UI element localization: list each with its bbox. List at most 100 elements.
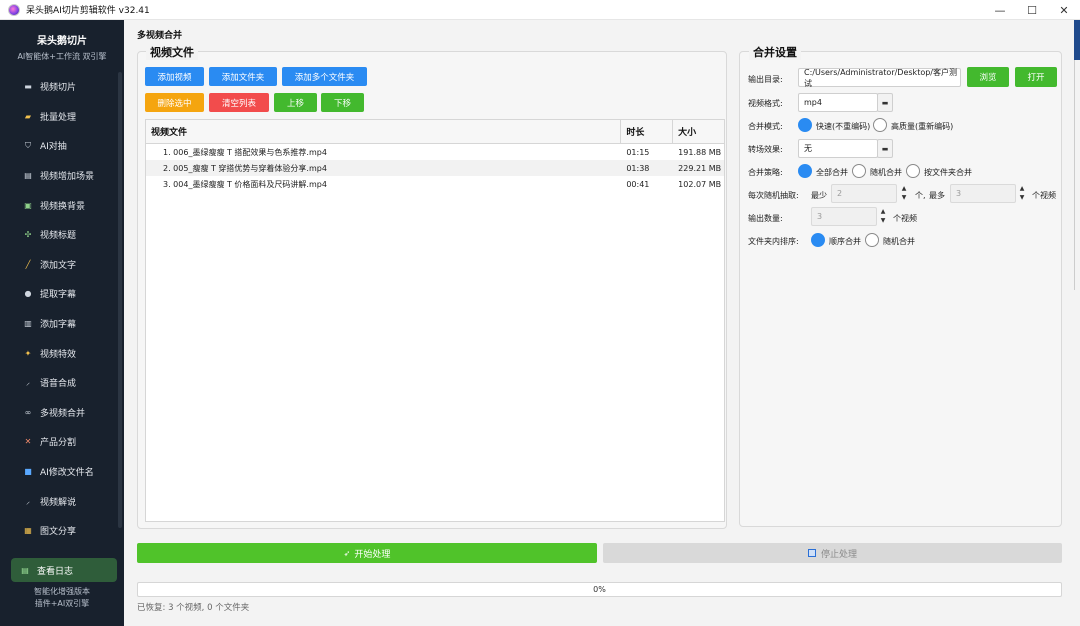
sidebar-item-commentary[interactable]: ⸝ 视频解说 — [0, 486, 118, 516]
file-name-cell: 2. 005_瘦瘦 T 穿搭优势与穿着体验分享.mp4 — [163, 163, 327, 173]
sidebar-item-effects[interactable]: ✦ 视频特效 — [0, 338, 118, 368]
speech-icon: ⸝ — [26, 496, 30, 506]
transition-select[interactable]: 无 — [798, 139, 878, 158]
clear-list-button[interactable]: 清空列表 — [209, 93, 269, 112]
size-cell: 102.07 MB — [678, 179, 722, 189]
video-format-select[interactable]: mp4 — [798, 93, 878, 112]
start-processing-label: 开始处理 — [354, 549, 391, 560]
sidebar-item-label: 视频增加场景 — [40, 172, 95, 183]
strategy-random-radio[interactable] — [852, 164, 866, 178]
add-folder-button[interactable]: 添加文件夹 — [209, 67, 277, 86]
table-row[interactable]: 1. 006_墨绿瘦瘦 T 搭配效果与色系推荐.mp4 01:15 191.88… — [146, 144, 724, 160]
close-button[interactable]: ✕ — [1048, 0, 1080, 20]
add-multiple-folders-button[interactable]: 添加多个文件夹 — [282, 67, 367, 86]
output-count-input[interactable]: 3 — [811, 207, 877, 226]
sidebar-item-rename[interactable]: ■ AI修改文件名 — [0, 457, 118, 487]
column-header-duration[interactable]: 时长 — [621, 120, 674, 143]
merge-mode-fast-radio[interactable] — [798, 118, 812, 132]
strategy-all-label: 全部合并 — [816, 168, 848, 177]
column-header-size[interactable]: 大小 — [673, 120, 724, 143]
background-window-line — [1074, 60, 1075, 290]
sidebar-item-add-scene[interactable]: ▤ 视频增加场景 — [0, 161, 118, 191]
min-unit-label: 个, — [915, 191, 926, 200]
duration-cell: 01:38 — [626, 163, 650, 173]
remove-selected-button[interactable]: 删除选中 — [145, 93, 204, 112]
table-header: 视频文件 时长 大小 — [146, 120, 724, 144]
sort-sequential-radio[interactable] — [811, 233, 825, 247]
move-up-button[interactable]: 上移 — [274, 93, 317, 112]
maximize-button[interactable]: ☐ — [1016, 0, 1048, 20]
min-spin-arrows-icon[interactable]: ▲ ▼ — [900, 184, 908, 203]
view-log-label: 查看日志 — [37, 566, 74, 577]
start-processing-button[interactable]: ➶ 开始处理 — [137, 543, 597, 563]
sidebar-item-product-split[interactable]: ✕ 产品分割 — [0, 427, 118, 457]
background-window-edge — [1074, 20, 1080, 60]
link-icon: ∞ — [24, 407, 32, 417]
max-unit-label: 个视频 — [1032, 191, 1056, 200]
merge-mode-hq-radio[interactable] — [873, 118, 887, 132]
table-row[interactable]: 3. 004_墨绿瘦瘦 T 价格面料及尺码讲解.mp4 00:41 102.07… — [146, 176, 724, 192]
video-files-panel: 视频文件 添加视频 添加文件夹 添加多个文件夹 删除选中 清空列表 上移 下移 … — [137, 44, 727, 529]
stop-processing-button[interactable]: 停止处理 — [603, 543, 1062, 563]
sidebar-item-ai[interactable]: ⛉ AI对抽 — [0, 131, 118, 161]
merge-mode-label: 合并模式: — [748, 122, 783, 131]
minimize-button[interactable]: — — [984, 0, 1016, 20]
status-text: 已恢复: 3 个视频, 0 个文件夹 — [137, 603, 250, 613]
sidebar-item-label: 视频换背景 — [40, 201, 86, 212]
max-count-input[interactable]: 3 — [950, 184, 1016, 203]
browse-button[interactable]: 浏览 — [967, 67, 1009, 87]
strategy-folder-label: 按文件夹合并 — [924, 168, 972, 177]
sidebar-item-label: 语音合成 — [40, 379, 77, 390]
view-log-button[interactable]: ▤ 查看日志 — [11, 558, 117, 582]
transition-label: 转场效果: — [748, 145, 783, 154]
sidebar-scrollbar[interactable] — [118, 72, 122, 528]
window-title: 呆头鹅AI切片剪辑软件 v32.41 — [26, 6, 150, 16]
strategy-all-radio[interactable] — [798, 164, 812, 178]
output-spin-arrows-icon[interactable]: ▲ ▼ — [879, 207, 887, 226]
add-video-button[interactable]: 添加视频 — [145, 67, 204, 86]
size-cell: 229.21 MB — [678, 163, 722, 173]
sidebar-item-video-slice[interactable]: ▬ 视频切片 — [0, 72, 118, 102]
rocket-icon: ➶ — [343, 548, 351, 558]
folder-sort-label: 文件夹内排序: — [748, 237, 799, 246]
stop-icon — [807, 549, 816, 557]
sidebar-item-label: 提取字幕 — [40, 290, 77, 301]
image-icon: ▣ — [24, 200, 32, 210]
transition-dropdown-icon[interactable]: ▬ — [877, 139, 893, 158]
table-row[interactable]: 2. 005_瘦瘦 T 穿搭优势与穿着体验分享.mp4 01:38 229.21… — [146, 160, 724, 176]
sidebar-item-batch[interactable]: ▰ 批量处理 — [0, 102, 118, 132]
sidebar-item-extract-subtitle[interactable]: ● 提取字幕 — [0, 279, 118, 309]
move-down-button[interactable]: 下移 — [321, 93, 364, 112]
doc-icon: ▥ — [24, 319, 32, 329]
sidebar-item-add-subtitle[interactable]: ▥ 添加字幕 — [0, 309, 118, 339]
sidebar-item-tts[interactable]: ⸝ 语音合成 — [0, 368, 118, 398]
min-count-input[interactable]: 2 — [831, 184, 897, 203]
sidebar-item-label: 视频解说 — [40, 497, 77, 508]
column-header-file[interactable]: 视频文件 — [146, 120, 622, 143]
duration-cell: 00:41 — [626, 179, 650, 189]
format-dropdown-icon[interactable]: ▬ — [877, 93, 893, 112]
sidebar-item-share[interactable]: ▦ 图文分享 — [0, 516, 118, 546]
app-logo-icon — [8, 3, 20, 16]
sidebar-item-label: 多视频合并 — [40, 408, 86, 419]
sort-random-radio[interactable] — [865, 233, 879, 247]
duration-cell: 01:15 — [626, 147, 650, 157]
footer-line-2: 插件+AI双引擎 — [34, 599, 90, 608]
star-icon: ✦ — [24, 348, 32, 358]
progress-text: 0% — [593, 585, 606, 594]
open-button[interactable]: 打开 — [1015, 67, 1057, 87]
output-dir-label: 输出目录: — [748, 75, 783, 84]
mic-pen-icon: ⸝ — [26, 378, 30, 388]
output-dir-input[interactable]: C:/Users/Administrator/Desktop/客户测试 — [798, 68, 961, 88]
sidebar-item-change-bg[interactable]: ▣ 视频换背景 — [0, 190, 118, 220]
sidebar-item-title[interactable]: ✣ 视频标题 — [0, 220, 118, 250]
sidebar-item-add-text[interactable]: ╱ 添加文字 — [0, 250, 118, 280]
sidebar-item-label: 视频特效 — [40, 349, 77, 360]
footer-line-1: 智能化增强版本 — [34, 587, 90, 596]
sidebar-item-label: 批量处理 — [40, 112, 77, 123]
max-spin-arrows-icon[interactable]: ▲ ▼ — [1018, 184, 1026, 203]
strategy-folder-radio[interactable] — [906, 164, 920, 178]
sidebar-item-merge[interactable]: ∞ 多视频合并 — [0, 398, 118, 428]
min-label: 最少 — [811, 191, 827, 200]
video-files-title: 视频文件 — [146, 44, 198, 60]
